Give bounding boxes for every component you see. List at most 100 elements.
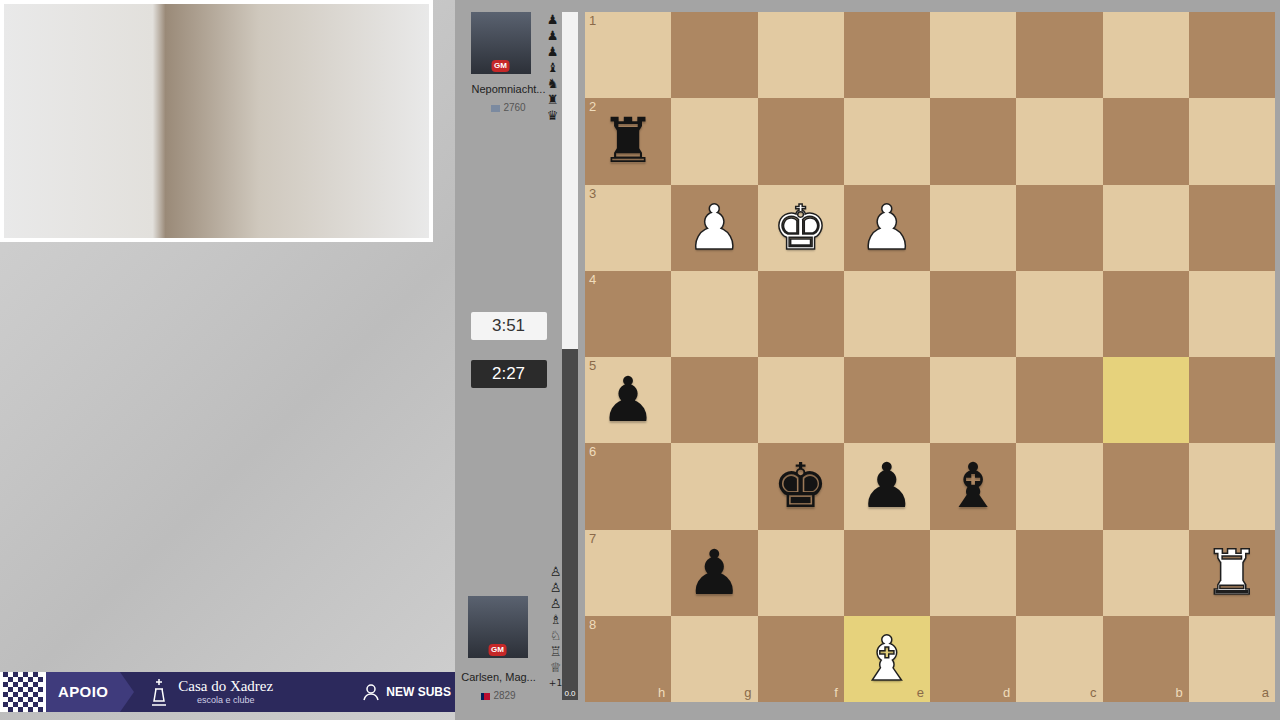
board-square[interactable]: e♝	[844, 616, 930, 702]
board-square[interactable]	[930, 98, 1016, 184]
board-square[interactable]	[1103, 357, 1189, 443]
board-square[interactable]	[1103, 98, 1189, 184]
board-square[interactable]: 3	[585, 185, 671, 271]
board-square[interactable]	[671, 98, 757, 184]
board-square[interactable]	[844, 98, 930, 184]
board-square[interactable]: 5♟	[585, 357, 671, 443]
board-square[interactable]	[1016, 12, 1102, 98]
chess-piece[interactable]: ♝	[945, 455, 1001, 517]
board-square[interactable]	[1103, 530, 1189, 616]
board-square[interactable]	[758, 530, 844, 616]
board-square[interactable]	[930, 185, 1016, 271]
board-square[interactable]	[844, 530, 930, 616]
support-banner: APOIO Casa do Xadrezescola e clube NEW SUB…	[0, 672, 455, 712]
board-square[interactable]	[671, 357, 757, 443]
captured-piece: ♛	[547, 108, 559, 124]
board-square[interactable]: 2♜	[585, 98, 671, 184]
board-square[interactable]	[930, 12, 1016, 98]
board-square[interactable]	[1189, 98, 1275, 184]
board-square[interactable]	[1016, 530, 1102, 616]
player-name[interactable]: Nepomniacht...	[472, 82, 546, 96]
board-square[interactable]	[1016, 271, 1102, 357]
board-square[interactable]	[671, 271, 757, 357]
board-square[interactable]	[1016, 185, 1102, 271]
board-square[interactable]	[671, 12, 757, 98]
support-label: APOIO	[46, 672, 120, 712]
file-label: h	[658, 686, 665, 699]
board-square[interactable]	[1189, 443, 1275, 529]
board-square[interactable]	[1189, 271, 1275, 357]
board-square[interactable]: g	[671, 616, 757, 702]
captured-piece: ♟	[547, 28, 559, 44]
board-square[interactable]: 8h	[585, 616, 671, 702]
captured-piece: ♜	[547, 92, 559, 108]
board-square[interactable]: 7	[585, 530, 671, 616]
board-square[interactable]: ♚	[758, 185, 844, 271]
chess-piece[interactable]: ♚	[773, 455, 829, 517]
chess-piece[interactable]: ♟	[687, 542, 743, 604]
board-square[interactable]: ♟	[844, 443, 930, 529]
board-square[interactable]	[844, 271, 930, 357]
board-square[interactable]	[758, 271, 844, 357]
brand: Casa do Xadrezescola e clube	[140, 672, 281, 712]
chess-piece[interactable]: ♜	[600, 110, 656, 172]
game-sidebar: GM♟♟♟♝♞♜♛Nepomniacht...27603:512:27GM♙♙♙…	[455, 0, 580, 720]
board-square[interactable]	[1189, 185, 1275, 271]
board-square[interactable]	[844, 12, 930, 98]
board-square[interactable]	[1103, 271, 1189, 357]
chess-piece[interactable]: ♟	[859, 455, 915, 517]
board-square[interactable]	[758, 357, 844, 443]
board-square[interactable]: ♜	[1189, 530, 1275, 616]
board-area: 12♜3 ♟ ♚ ♟ 4 5♟6 ♚ ♟ ♝ 7 ♟ ♜ 8hgfe♝dcba	[580, 0, 1275, 720]
board-square[interactable]: ♚	[758, 443, 844, 529]
board-square[interactable]	[1189, 357, 1275, 443]
board-square[interactable]	[1103, 12, 1189, 98]
board-square[interactable]	[1016, 357, 1102, 443]
chess-piece[interactable]: ♟	[687, 197, 743, 259]
captured-piece: ♞	[547, 76, 559, 92]
player-photo: GM	[471, 12, 531, 74]
board-square[interactable]: c	[1016, 616, 1102, 702]
board-square[interactable]: ♟	[844, 185, 930, 271]
rank-label: 7	[589, 532, 596, 545]
chess-piece[interactable]: ♝	[859, 628, 915, 690]
board-square[interactable]	[844, 357, 930, 443]
captured-piece: ♙	[550, 580, 562, 596]
board-square[interactable]: f	[758, 616, 844, 702]
chess-piece[interactable]: ♜	[1204, 542, 1260, 604]
board-square[interactable]: 4	[585, 271, 671, 357]
chess-board[interactable]: 12♜3 ♟ ♚ ♟ 4 5♟6 ♚ ♟ ♝ 7 ♟ ♜ 8hgfe♝dcba	[585, 12, 1275, 702]
board-square[interactable]	[758, 12, 844, 98]
board-square[interactable]: a	[1189, 616, 1275, 702]
clocks: 3:512:27	[471, 312, 547, 388]
board-square[interactable]	[1189, 12, 1275, 98]
board-square[interactable]	[1016, 443, 1102, 529]
board-square[interactable]: ♝	[930, 443, 1016, 529]
new-subs-label: NEW SUBS	[386, 683, 451, 701]
board-square[interactable]	[930, 357, 1016, 443]
board-square[interactable]	[758, 98, 844, 184]
player-photo: GM	[468, 596, 528, 658]
arrow-icon	[120, 672, 140, 712]
board-square[interactable]: d	[930, 616, 1016, 702]
rank-label: 4	[589, 273, 596, 286]
board-square[interactable]	[671, 443, 757, 529]
board-square[interactable]: b	[1103, 616, 1189, 702]
board-square[interactable]: ♟	[671, 185, 757, 271]
board-square[interactable]	[930, 271, 1016, 357]
board-square[interactable]: 1	[585, 12, 671, 98]
clock: 3:51	[471, 312, 547, 340]
board-square[interactable]: ♟	[671, 530, 757, 616]
board-square[interactable]: 6	[585, 443, 671, 529]
new-subs: NEW SUBS	[357, 672, 455, 712]
captured-piece: ♝	[547, 60, 559, 76]
chess-piece[interactable]: ♚	[773, 197, 829, 259]
player-name[interactable]: Carlsen, Mag...	[461, 670, 536, 684]
board-square[interactable]	[1103, 185, 1189, 271]
chess-piece[interactable]: ♟	[859, 197, 915, 259]
chess-piece[interactable]: ♟	[600, 369, 656, 431]
board-square[interactable]	[930, 530, 1016, 616]
brand-tagline: escola e clube	[197, 696, 255, 705]
board-square[interactable]	[1016, 98, 1102, 184]
board-square[interactable]	[1103, 443, 1189, 529]
